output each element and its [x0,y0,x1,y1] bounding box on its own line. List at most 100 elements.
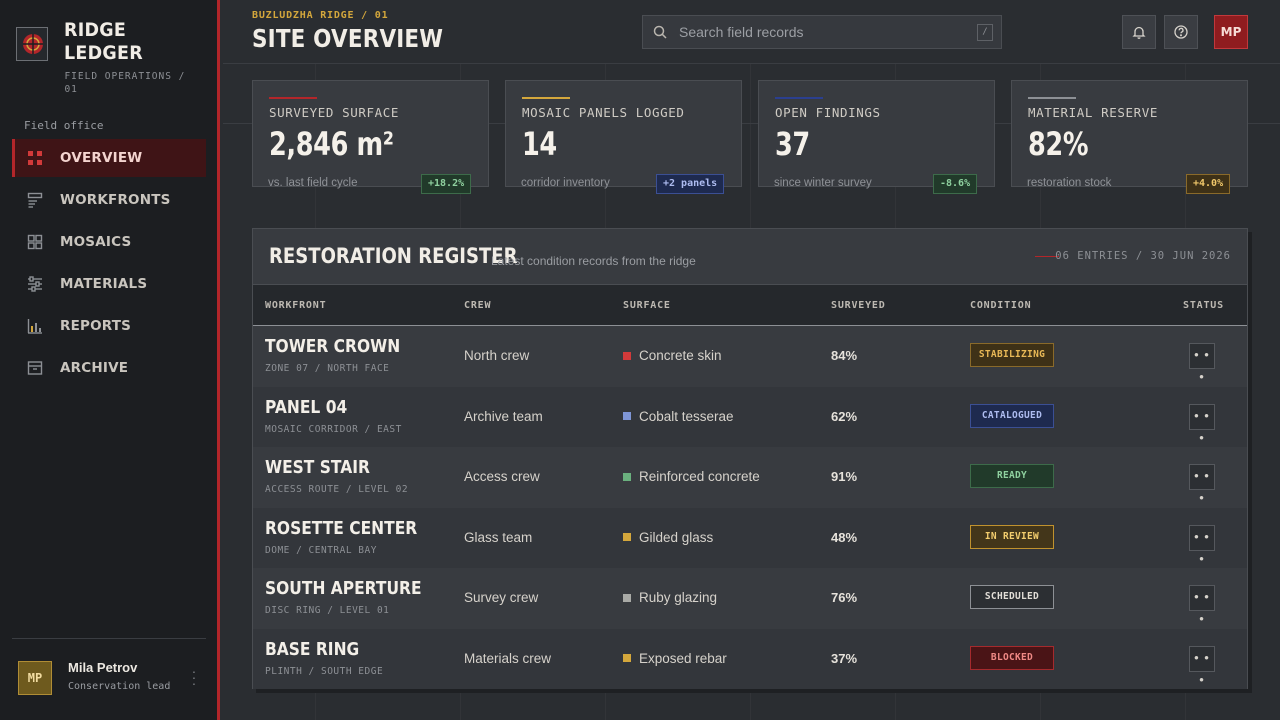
row-actions-button[interactable]: • • • [1189,464,1215,505]
surface-cell: Concrete skin [623,348,722,363]
register-meta: 06 ENTRIES / 30 JUN 2026 [1055,250,1231,262]
surface-cell: Exposed rebar [623,651,727,666]
crew-cell: North crew [464,348,530,363]
column-header-surveyed[interactable]: SURVEYED [831,300,886,311]
sidebar-nav: OVERVIEW WORKFRONTS MOSAICS MATERIALS RE… [12,139,206,391]
table-row[interactable]: PANEL 04 MOSAIC CORRIDOR / EAST Archive … [253,386,1247,447]
condition-badge: READY [970,464,1054,488]
row-actions-button[interactable]: • • • [1189,645,1215,687]
table-body: TOWER CROWN ZONE 07 / NORTH FACE North c… [253,326,1247,689]
grid-icon [27,150,43,166]
sidebar-item-reports[interactable]: REPORTS [12,307,206,345]
breadcrumb: BUZLUDZHA RIDGE / 01 [252,10,389,21]
accent-bar [269,97,317,99]
surface-cell: Gilded glass [623,530,713,545]
workfront-location: PLINTH / SOUTH EDGE [265,665,384,677]
brand[interactable]: RIDGE LEDGER FIELD OPERATIONS / 01 [16,19,217,96]
surveyed-cell: 91% [831,469,858,484]
accent-bar [1028,97,1076,99]
surface-cell: Reinforced concrete [623,469,760,484]
column-header-crew[interactable]: CREW [464,300,491,311]
sidebar-item-label: OVERVIEW [60,150,143,166]
surveyed-cell: 48% [831,529,858,545]
crew-cell: Glass team [464,529,533,545]
kpi-card[interactable]: OPEN FINDINGS 37 [758,80,995,187]
help-icon [1174,25,1188,39]
search-box[interactable]: / [642,15,1002,49]
condition-badge: IN REVIEW [970,524,1054,549]
column-header-workfront[interactable]: WORKFRONT [265,300,326,311]
kpi-card[interactable]: SURVEYED SURFACE 2,846 m² [252,80,489,187]
kpi-row: SURVEYED SURFACE 2,846 m² MOSAIC PANELS … [252,80,1248,194]
color-swatch [623,593,631,602]
surveyed-cell: 76% [831,590,858,605]
search-icon [653,25,667,44]
color-swatch [623,654,631,662]
sidebar-item-mosaics[interactable]: MOSAICS [12,223,206,261]
sidebar-item-archive[interactable]: ARCHIVE [12,349,206,387]
bar-chart-icon [27,318,43,334]
workfront-title: BASE RING [265,638,360,660]
workfront-title: WEST STAIR [265,457,370,478]
notifications-button[interactable] [1122,15,1156,49]
kpi-note: corridor inventory [521,177,610,189]
user-role: Conservation lead [68,681,171,692]
table-row[interactable]: ROSETTE CENTER DOME / CENTRAL BAY Glass … [253,507,1247,568]
register-title: RESTORATION REGISTER [269,244,518,268]
avatar[interactable]: MP [18,661,52,695]
column-header-surface[interactable]: SURFACE [623,300,671,311]
user-panel: MP Mila Petrov Conservation lead · · · [12,638,206,720]
row-actions-button[interactable]: • • • [1189,403,1215,445]
row-actions-button[interactable]: • • • [1189,343,1215,384]
kpi-note: since winter survey [774,177,872,189]
workfront-title: PANEL 04 [265,396,348,418]
condition-badge: CATALOGUED [970,403,1054,428]
tiles-icon [27,234,43,250]
bell-icon [1132,26,1146,39]
sidebar: RIDGE LEDGER FIELD OPERATIONS / 01 Field… [0,0,220,720]
workfront-location: DISC RING / LEVEL 01 [265,605,390,616]
brand-subtitle: FIELD OPERATIONS / 01 [64,71,186,95]
delta-badge: +2 panels [656,174,725,194]
avatar[interactable]: MP [1214,15,1248,49]
column-header-condition[interactable]: CONDITION [970,300,1031,311]
sidebar-item-workfronts[interactable]: WORKFRONTS [12,181,206,219]
register-subtitle: Latest condition records from the ridge [491,254,696,268]
row-actions-button[interactable]: • • • [1189,524,1215,566]
table-row[interactable]: TOWER CROWN ZONE 07 / NORTH FACE North c… [253,326,1247,387]
surface-cell: Ruby glazing [623,590,717,605]
sidebar-item-label: MATERIALS [60,276,148,292]
surveyed-cell: 37% [831,650,858,666]
accent-bar [775,97,823,99]
color-swatch [623,472,631,481]
workfront-location: ACCESS ROUTE / LEVEL 02 [265,484,409,495]
help-button[interactable] [1164,15,1198,49]
sidebar-item-materials[interactable]: MATERIALS [12,265,206,303]
search-input[interactable] [679,16,969,48]
archive-box-icon [27,360,43,376]
restoration-register: RESTORATION REGISTER Latest condition re… [252,228,1248,689]
kpi-label: MATERIAL RESERVE [1028,105,1159,120]
kpi-value: 14 [522,125,557,163]
surveyed-cell: 62% [831,408,858,424]
row-actions-button[interactable]: • • • [1189,585,1215,626]
workfront-location: ZONE 07 / NORTH FACE [265,363,390,374]
sidebar-item-overview[interactable]: OVERVIEW [12,139,206,177]
workfront-title: TOWER CROWN [265,336,401,357]
condition-badge: STABILIZING [970,343,1054,367]
column-header-status[interactable]: STATUS [1183,300,1224,311]
kpi-value: 82% [1028,125,1089,163]
topbar: BUZLUDZHA RIDGE / 01 SITE OVERVIEW / MP [223,0,1280,64]
table-row[interactable]: SOUTH APERTURE DISC RING / LEVEL 01 Surv… [253,568,1247,629]
kebab-menu-icon[interactable]: · · · [190,664,198,690]
table-row[interactable]: BASE RING PLINTH / SOUTH EDGE Materials … [253,628,1247,689]
color-swatch [623,412,631,420]
shortcut-hint: / [977,24,993,41]
kpi-card[interactable]: MOSAIC PANELS LOGGED 14 [505,80,742,187]
delta-badge: -8.6% [933,174,978,194]
kpi-card[interactable]: MATERIAL RESERVE 82% [1011,80,1248,187]
nav-section-label: Field office [24,119,104,132]
table-row[interactable]: WEST STAIR ACCESS ROUTE / LEVEL 02 Acces… [253,447,1247,508]
kpi-label: SURVEYED SURFACE [269,105,400,120]
register-header: RESTORATION REGISTER Latest condition re… [253,229,1247,285]
